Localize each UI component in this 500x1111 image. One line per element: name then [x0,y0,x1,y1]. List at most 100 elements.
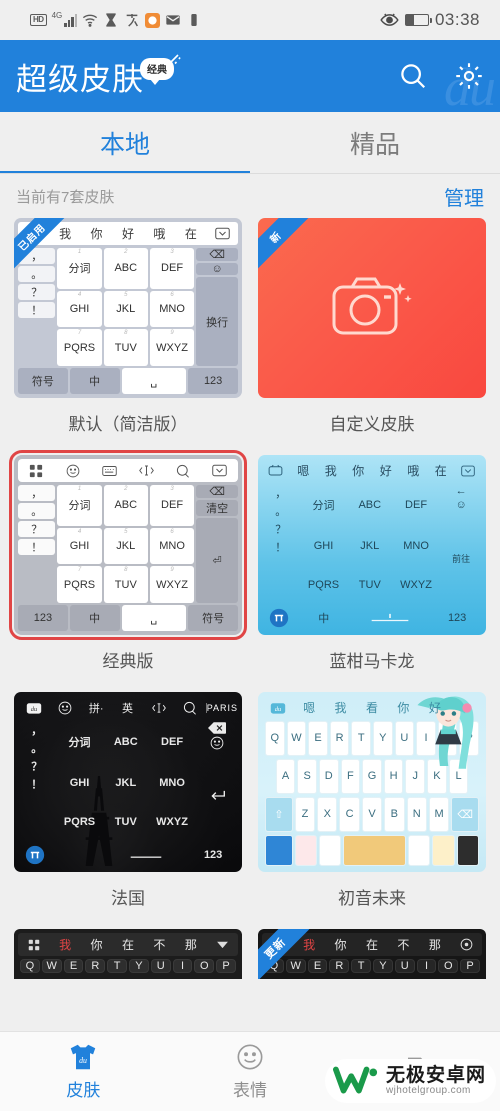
keyboard-body: ， 。 ？ ！ 1 分词 2 ABC 3 DEF 4 GHI 5 JKL 6 MNO 7 PQ… [18,245,238,366]
gear-icon[interactable] [454,61,484,91]
key: Y [372,959,393,973]
grid-icon [18,939,49,951]
key-punct: ， [18,485,56,501]
key: TUV [114,815,137,828]
skin-card-miku[interactable]: du 嗯 我 看 你 好 Q W E R T Y U I A S D F G H… [258,692,486,929]
key-dot [408,834,431,867]
key-backspace: ← [455,485,467,497]
key-label: PQRS [63,578,96,591]
keyboard-preview: ， 。 ？ ！ 1 分词 2 ABC 3 DEF 4 GHI 5 JKL 6 MNO 7 PQ… [14,455,242,635]
nav-item-emoji[interactable]: 表情 [167,1032,334,1111]
key-123: 123 [203,849,223,861]
status-bar: HD 4G 03:38 [0,0,500,40]
hd-icon: HD [30,14,47,26]
candidate-word: 你 [352,464,365,478]
key: ABC [113,736,138,749]
key: 3 DEF [149,485,195,526]
key-enter [196,752,238,840]
skin-card-default[interactable]: 已启用 嗯 我 你 好 哦 在 ， 。 ？ [14,218,242,455]
key-123: 123 [188,368,238,394]
skin-card-custom[interactable]: 新 自定义皮肤 [258,218,486,455]
skin-thumbnail[interactable]: 已启用 嗯 我 你 好 哦 在 ， 。 ？ [14,218,242,398]
key-punct: ！ [31,779,43,791]
key: TUV [358,578,381,591]
search-icon[interactable] [398,61,428,91]
keyboard-body: ， 。 ？ ！ 分词 ABC DEF GHI JKL MNO PQRS TUV [18,719,238,840]
key-punct: ？ [31,761,43,773]
du-circle-icon [18,842,53,868]
key: M [428,796,450,832]
skin-card-dark-2[interactable]: 更新 我 你 在 不 那 Q W E R T Y U I O P [258,929,486,979]
key-punct: ？ [275,524,287,536]
candidate-word: 好 [428,701,441,715]
grid-icon [18,464,55,478]
key-label: MNO [159,302,185,315]
qwerty-row: Q W E R T Y U I O P [262,956,482,973]
key: 7 PQRS [57,329,102,366]
app-header-actions [398,61,484,91]
key: W [285,959,306,973]
du-circle-icon [262,605,297,631]
tab-local[interactable]: 本地 [0,112,250,174]
key-number: 2 [124,249,128,255]
skin-thumbnail[interactable]: 新 [258,218,486,398]
function-keys: ⌫ ☺ 换行 [196,248,238,366]
candidate-bar: 嗯 我 你 好 哦 在 [262,459,482,482]
skin-card-classic[interactable]: ， 。 ？ ！ 1 分词 2 ABC 3 DEF 4 GHI 5 JKL 6 MNO 7 PQ… [9,450,247,692]
key: T [107,959,127,973]
skin-thumbnail[interactable]: ， 。 ？ ！ 1 分词 2 ABC 3 DEF 4 GHI 5 JKL 6 MNO 7 PQ… [9,450,247,640]
pinyin-toggle: 拼· [88,702,104,715]
key-label: ABC [114,262,138,275]
key-number: 6 [170,528,174,535]
nav-item-skins[interactable]: du 皮肤 [0,1032,167,1111]
title-badge-label: 经典 [147,65,167,76]
mail-icon [166,15,180,25]
key-go: 前往 [452,553,471,564]
key: Q [20,959,40,973]
key: U [150,959,171,973]
key-backspace: ⌫ [196,248,238,261]
tab-featured[interactable]: 精品 [250,112,500,174]
skin-thumbnail[interactable]: du 拼· 英 PARIS ， 。 ？ ！ 分词 ABC DEF GHI JKL… [14,692,242,872]
sparkle-icon [170,54,181,65]
key: 分词 [68,737,91,750]
key: 5 JKL [103,290,148,328]
key-123: 123 [447,612,467,624]
key-emoji: ☺ [196,263,238,275]
key: 5 JKL [103,527,148,565]
du-logo-icon: du [262,701,293,715]
key: 4 GHI [57,290,102,328]
skin-thumbnail[interactable]: 嗯 我 你 好 哦 在 ， 。 ？ ！ 分词 ABC DEF GHI JKL M… [258,455,486,635]
key-lang: 中 [69,605,120,631]
key: MNO [403,539,429,552]
skin-card-dark-1[interactable]: 我 你 在 不 那 Q W E R T Y U I O P [14,929,242,979]
keyboard-preview: 嗯 我 你 好 哦 在 ， 。 ？ ！ [14,218,242,398]
key-punct: ！ [275,542,287,554]
key: N [406,796,427,832]
candidate-word-active: 我 [59,938,72,952]
key: 6 MNO [149,290,195,328]
signal-bars-icon [64,13,78,27]
key: T [351,721,371,756]
skin-card-macaron[interactable]: 嗯 我 你 好 哦 在 ， 。 ？ ！ 分词 ABC DEF GHI JKL M… [258,455,486,692]
skin-card-france[interactable]: du 拼· 英 PARIS ， 。 ？ ！ 分词 ABC DEF GHI JKL… [14,692,242,929]
tshirt-du-icon: du [71,1044,96,1069]
key-sticker [294,834,318,867]
manage-button[interactable]: 管理 [444,182,484,211]
candidate-word: 好 [121,227,134,241]
key: E [308,721,328,756]
camera-icon [332,277,412,335]
candidate-word: 你 [90,227,103,241]
key-emoji [196,736,238,750]
keyboard-bottom-row: 中 123 [262,605,482,631]
alarm-orange-icon [145,12,161,28]
skin-thumbnail[interactable]: du 嗯 我 看 你 好 Q W E R T Y U I A S D F G H… [258,692,486,872]
key-number: 3 [170,249,174,255]
skin-name: 法国 [111,889,145,908]
skin-name: 经典版 [102,652,154,671]
skin-name: 初音未来 [338,889,406,908]
key-label: JKL [116,302,136,315]
tab-featured-label: 精品 [349,131,400,159]
function-keys: ← ☺ 前往 [440,485,482,603]
key-label: GHI [69,302,90,315]
